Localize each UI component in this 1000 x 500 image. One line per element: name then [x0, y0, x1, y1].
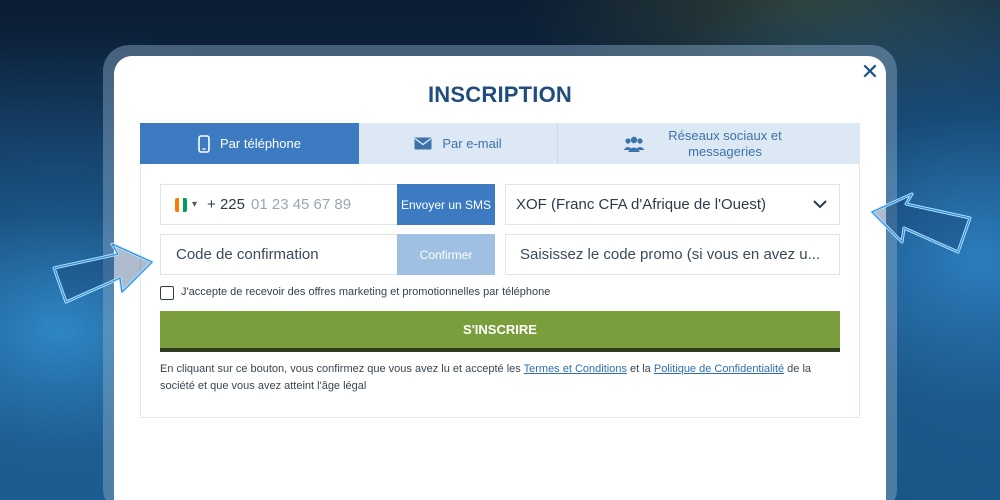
currency-value: XOF (Franc CFA d'Afrique de l'Ouest) — [516, 196, 766, 213]
confirmation-code-placeholder: Code de confirmation — [176, 246, 319, 263]
legal-text-middle: et la — [626, 363, 654, 375]
tab-social-label: Réseaux sociaux et messageries — [668, 127, 782, 159]
marketing-checkbox[interactable] — [160, 286, 174, 300]
terms-link[interactable]: Termes et Conditions — [524, 363, 627, 375]
privacy-link[interactable]: Politique de Confidentialité — [654, 363, 784, 375]
confirmation-code-input[interactable]: Code de confirmation — [160, 234, 398, 275]
marketing-checkbox-label: J'accepte de recevoir des offres marketi… — [181, 286, 551, 298]
arrow-right-decoration — [52, 242, 154, 304]
tab-phone-label: Par téléphone — [220, 136, 301, 151]
tab-email-label: Par e-mail — [442, 136, 502, 151]
users-icon — [623, 136, 645, 152]
currency-select[interactable]: XOF (Franc CFA d'Afrique de l'Ouest) — [505, 184, 840, 225]
legal-text-before: En cliquant sur ce bouton, vous confirme… — [160, 363, 524, 375]
legal-text: En cliquant sur ce bouton, vous confirme… — [160, 361, 844, 395]
tab-phone[interactable]: Par téléphone — [140, 123, 359, 164]
tab-social[interactable]: Réseaux sociaux et messageries — [558, 123, 860, 164]
registration-tabs: Par téléphone Par e-mail Réseaux sociaux… — [140, 123, 860, 164]
arrow-left-decoration — [870, 192, 972, 254]
dial-code: + 225 — [207, 196, 245, 213]
phone-field[interactable]: ▾ + 225 01 23 45 67 89 — [160, 184, 398, 225]
chevron-down-icon[interactable]: ▾ — [192, 199, 197, 210]
chevron-down-icon — [813, 200, 827, 209]
send-sms-button[interactable]: Envoyer un SMS — [397, 184, 495, 225]
flag-icon[interactable] — [175, 197, 187, 212]
tab-email[interactable]: Par e-mail — [359, 123, 558, 164]
promo-code-placeholder: Saisissez le code promo (si vous en avez… — [520, 246, 821, 263]
phone-input[interactable]: 01 23 45 67 89 — [251, 196, 351, 213]
modal-title: INSCRIPTION — [428, 82, 572, 107]
envelope-icon — [414, 137, 432, 150]
confirm-button[interactable]: Confirmer — [397, 234, 495, 275]
register-button[interactable]: S'INSCRIRE — [160, 311, 840, 352]
phone-icon — [198, 134, 210, 153]
promo-code-input[interactable]: Saisissez le code promo (si vous en avez… — [505, 234, 840, 275]
close-icon[interactable]: ✕ — [858, 60, 882, 84]
